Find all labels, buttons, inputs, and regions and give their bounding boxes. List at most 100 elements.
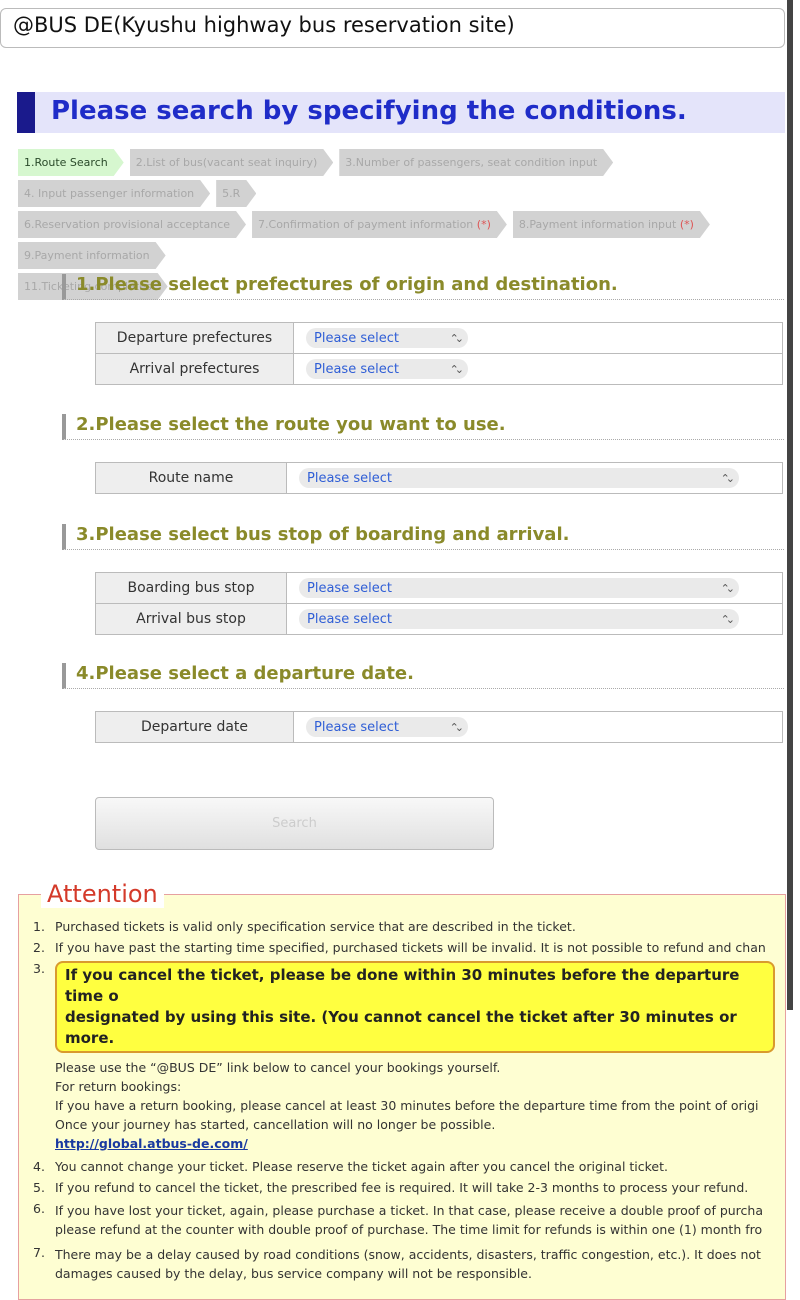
form-row: Arrival bus stop Please select ⌃⌄: [95, 603, 783, 635]
select-departure-date[interactable]: Please select ⌃⌄: [306, 717, 468, 737]
item-number: 5.: [33, 1180, 45, 1195]
warning-line: designated by using this site. (You cann…: [65, 1008, 737, 1047]
atbus-link[interactable]: http://global.atbus-de.com/: [55, 1136, 248, 1151]
attention-item: 6. If you have lost your ticket, again, p…: [33, 1201, 775, 1239]
section-1-heading: 1.Please select prefectures of origin an…: [62, 274, 784, 300]
step-current: 1.Route Search: [18, 149, 124, 176]
field-label: Route name: [95, 462, 287, 494]
step-item: 4. Input passenger information: [18, 180, 210, 207]
form-row: Arrival prefectures Please select ⌃⌄: [95, 353, 783, 385]
step-label: 7.Confirmation of payment information: [258, 218, 477, 231]
chevron-up-down-icon: ⌃⌄: [449, 331, 465, 345]
field-label: Arrival bus stop: [95, 603, 287, 635]
item-number: 7.: [33, 1245, 45, 1260]
info-line: If you have a return booking, please can…: [55, 1098, 759, 1113]
item-body: If you have past the starting time speci…: [55, 940, 775, 955]
step-label: 6.Reservation provisional acceptance: [24, 218, 231, 231]
scrollbar[interactable]: [787, 0, 793, 1010]
select-arrival-prefectures[interactable]: Please select ⌃⌄: [306, 359, 468, 379]
select-arrival-bus-stop[interactable]: Please select ⌃⌄: [299, 609, 739, 629]
prefecture-form: Departure prefectures Please select ⌃⌄ Arri…: [95, 322, 783, 385]
attention-item: 5. If you refund to cancel the ticket, th…: [33, 1180, 775, 1195]
form-row: Departure date Please select ⌃⌄: [95, 711, 783, 743]
field-value: Please select ⌃⌄: [293, 353, 783, 385]
item-text-line: There may be a delay caused by road cond…: [55, 1247, 761, 1262]
attention-item: 7. There may be a delay caused by road co…: [33, 1245, 775, 1283]
field-value: Please select ⌃⌄: [286, 462, 783, 494]
select-value: Please select: [314, 719, 399, 735]
attention-item: 4. You cannot change your ticket. Please …: [33, 1159, 775, 1174]
field-value: Please select ⌃⌄: [286, 603, 783, 635]
item-text: If you have past the starting time speci…: [55, 940, 766, 955]
item-number: 1.: [33, 919, 45, 934]
field-label: Arrival prefectures: [95, 353, 294, 385]
item-body: If you cancel the ticket, please be done…: [55, 961, 775, 1153]
date-form: Departure date Please select ⌃⌄: [95, 711, 783, 743]
select-value: Please select: [307, 611, 392, 627]
select-route-name[interactable]: Please select ⌃⌄: [299, 468, 739, 488]
step-label: 5.R: [222, 187, 241, 200]
field-value: Please select ⌃⌄: [293, 322, 783, 354]
form-row: Boarding bus stop Please select ⌃⌄: [95, 572, 783, 604]
step-item: 6.Reservation provisional acceptance: [18, 211, 246, 238]
section-2-heading: 2.Please select the route you want to us…: [62, 414, 784, 440]
section-3-heading: 3.Please select bus stop of boarding and…: [62, 524, 784, 550]
item-number: 2.: [33, 940, 45, 955]
attention-title: Attention: [41, 880, 164, 908]
step-row: 6.Reservation provisional acceptance 7.Co…: [18, 211, 783, 269]
search-button[interactable]: Search: [95, 797, 494, 850]
attention-box: Attention 1. Purchased tickets is valid o…: [18, 880, 786, 1300]
link-line: http://global.atbus-de.com/: [55, 1134, 775, 1153]
form-row: Route name Please select ⌃⌄: [95, 462, 783, 494]
field-label: Boarding bus stop: [95, 572, 287, 604]
section-4-heading: 4.Please select a departure date.: [62, 663, 784, 689]
item-body: You cannot change your ticket. Please re…: [55, 1159, 775, 1174]
item-text: Purchased tickets is valid only specific…: [55, 919, 576, 934]
step-item: 5.R: [216, 180, 256, 207]
item-text-line: If you have lost your ticket, again, ple…: [55, 1203, 763, 1218]
field-value: Please select ⌃⌄: [293, 711, 783, 743]
item-body: Purchased tickets is valid only specific…: [55, 919, 775, 934]
step-label: 2.List of bus(vacant seat inquiry): [135, 156, 318, 169]
step-label: 4. Input passenger information: [24, 187, 195, 200]
field-value: Please select ⌃⌄: [286, 572, 783, 604]
attention-list: 1. Purchased tickets is valid only specif…: [33, 919, 775, 1283]
step-label: 1.Route Search: [24, 156, 108, 169]
form-row: Departure prefectures Please select ⌃⌄: [95, 322, 783, 354]
step-item: 9.Payment information: [18, 242, 166, 269]
item-number: 4.: [33, 1159, 45, 1174]
info-line: For return bookings:: [55, 1079, 182, 1094]
item-text-line: damages caused by the delay, bus service…: [55, 1266, 532, 1281]
step-item: 7.Confirmation of payment information (*…: [252, 211, 507, 238]
chevron-up-down-icon: ⌃⌄: [449, 720, 465, 734]
select-value: Please select: [314, 361, 399, 377]
page-title: Please search by specifying the conditio…: [17, 92, 785, 133]
info-line: Once your journey has started, cancellat…: [55, 1117, 496, 1132]
required-mark: (*): [476, 218, 491, 231]
bus-stop-form: Boarding bus stop Please select ⌃⌄ Arrival …: [95, 572, 783, 635]
info-line: Please use the “@BUS DE” link below to c…: [55, 1060, 501, 1075]
attention-item: 2. If you have past the starting time spe…: [33, 940, 775, 955]
step-label: 3.Number of passengers, seat condition i…: [345, 156, 598, 169]
select-departure-prefectures[interactable]: Please select ⌃⌄: [306, 328, 468, 348]
step-row: 1.Route Search 2.List of bus(vacant seat …: [18, 149, 783, 207]
field-label: Departure date: [95, 711, 294, 743]
item-text: You cannot change your ticket. Please re…: [55, 1159, 669, 1174]
cancel-warning: If you cancel the ticket, please be done…: [55, 961, 775, 1053]
step-label: 8.Payment information input: [518, 218, 680, 231]
item-body: If you refund to cancel the ticket, the …: [55, 1180, 775, 1195]
select-value: Please select: [314, 330, 399, 346]
attention-item: 1. Purchased tickets is valid only specif…: [33, 919, 775, 934]
item-body: There may be a delay caused by road cond…: [55, 1245, 775, 1283]
required-mark: (*): [679, 218, 694, 231]
cancel-info: Please use the “@BUS DE” link below to c…: [55, 1058, 775, 1153]
step-item: 2.List of bus(vacant seat inquiry): [130, 149, 334, 176]
item-number: 6.: [33, 1201, 45, 1216]
warning-line: If you cancel the ticket, please be done…: [65, 966, 740, 1005]
route-form: Route name Please select ⌃⌄: [95, 462, 783, 494]
select-boarding-bus-stop[interactable]: Please select ⌃⌄: [299, 578, 739, 598]
select-value: Please select: [307, 580, 392, 596]
step-item: 3.Number of passengers, seat condition i…: [339, 149, 613, 176]
chevron-up-down-icon: ⌃⌄: [720, 471, 736, 485]
window-title: @BUS DE(Kyushu highway bus reservation s…: [0, 8, 785, 48]
